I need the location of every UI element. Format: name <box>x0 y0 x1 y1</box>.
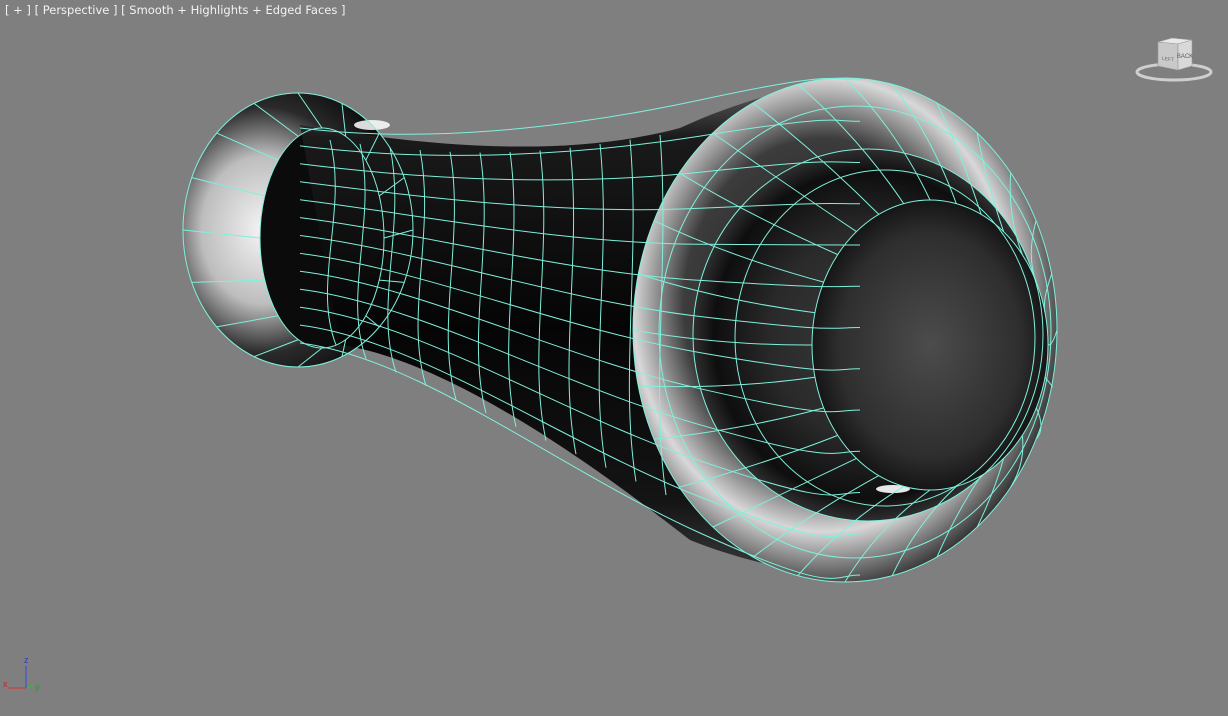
viewcube-back-label[interactable]: BACK <box>1177 54 1193 60</box>
viewcube-widget[interactable]: BACK LEFT <box>1134 32 1214 84</box>
vase-model[interactable] <box>0 0 1228 716</box>
perspective-viewport[interactable]: [ + ] [ Perspective ] [ Smooth + Highlig… <box>0 0 1228 716</box>
axis-x-label: x <box>3 679 8 689</box>
axis-tripod: x y z <box>3 655 40 692</box>
viewcube-side-label[interactable]: LEFT <box>1162 56 1174 63</box>
axis-y-line <box>25 684 35 689</box>
axis-z-label: z <box>24 655 29 665</box>
vase-throat <box>812 200 1048 490</box>
axis-y-label: y <box>35 682 40 692</box>
